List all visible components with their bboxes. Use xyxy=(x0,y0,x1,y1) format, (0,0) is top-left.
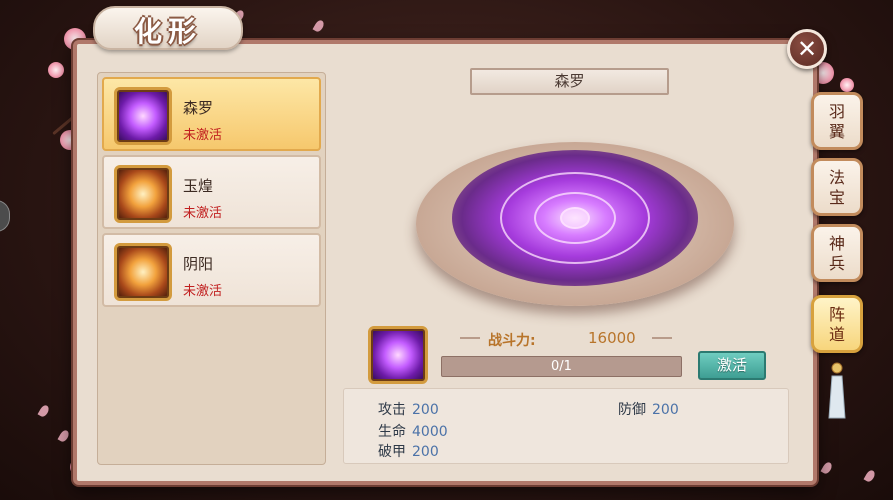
item-status: 未激活 xyxy=(183,128,223,143)
tab-treasure[interactable]: 法宝 xyxy=(811,158,863,216)
tassel-icon xyxy=(828,362,846,419)
item-status: 未激活 xyxy=(183,206,223,221)
petal xyxy=(312,18,326,34)
item-name: 阴阳 xyxy=(183,255,214,273)
progress-text: 0/1 xyxy=(551,359,572,374)
title-badge: 化形 xyxy=(93,6,243,50)
purple-array-icon xyxy=(114,87,172,145)
blossom xyxy=(48,62,64,78)
array-name-plate: 森罗 xyxy=(470,68,669,95)
array-list: 森罗 未激活 玉煌 未激活 阴阳 未激活 xyxy=(97,72,326,465)
petal xyxy=(820,460,834,476)
pierce-label: 破甲 xyxy=(378,444,406,460)
hp-attr: 生命 4000 xyxy=(378,421,448,441)
hp-label: 生命 xyxy=(378,424,406,440)
close-button[interactable]: ✕ xyxy=(787,29,827,69)
hp-value: 4000 xyxy=(412,424,448,440)
power-value: 16000 xyxy=(588,329,636,347)
list-item[interactable]: 阴阳 未激活 xyxy=(102,233,321,307)
attack-value: 200 xyxy=(412,402,439,418)
ornament-divider xyxy=(460,337,480,339)
petal xyxy=(37,403,51,419)
list-item[interactable]: 玉煌 未激活 xyxy=(102,155,321,229)
petal xyxy=(863,468,877,484)
attack-attr: 攻击 200 xyxy=(378,399,439,419)
tab-wings[interactable]: 羽翼 xyxy=(811,92,863,150)
defense-label: 防御 xyxy=(618,402,646,418)
item-name: 玉煌 xyxy=(183,177,214,195)
activate-button[interactable]: 激活 xyxy=(698,351,766,380)
petal xyxy=(57,428,71,444)
item-name: 森罗 xyxy=(183,99,214,117)
side-drawer-handle[interactable] xyxy=(0,200,10,232)
pierce-attr: 破甲 200 xyxy=(378,441,439,461)
list-item[interactable]: 森罗 未激活 xyxy=(102,77,321,151)
gold-array-icon xyxy=(114,165,172,223)
attribute-panel: 攻击 200 防御 200 生命 4000 破甲 200 xyxy=(343,388,789,464)
ornament-divider xyxy=(652,337,672,339)
page-title: 化形 xyxy=(133,15,202,48)
attack-label: 攻击 xyxy=(378,402,406,418)
array-ring xyxy=(560,207,590,229)
activation-progress-bar: 0/1 xyxy=(441,356,682,377)
tab-array[interactable]: 阵道 xyxy=(811,295,863,353)
close-icon: ✕ xyxy=(796,35,818,63)
defense-value: 200 xyxy=(652,402,679,418)
gold-array-icon xyxy=(114,243,172,301)
blossom xyxy=(840,78,854,92)
selected-array-icon xyxy=(368,326,428,384)
tab-weapon[interactable]: 神兵 xyxy=(811,224,863,282)
defense-attr: 防御 200 xyxy=(618,399,679,419)
item-status: 未激活 xyxy=(183,284,223,299)
pierce-value: 200 xyxy=(412,444,439,460)
power-label: 战斗力: xyxy=(488,333,536,349)
